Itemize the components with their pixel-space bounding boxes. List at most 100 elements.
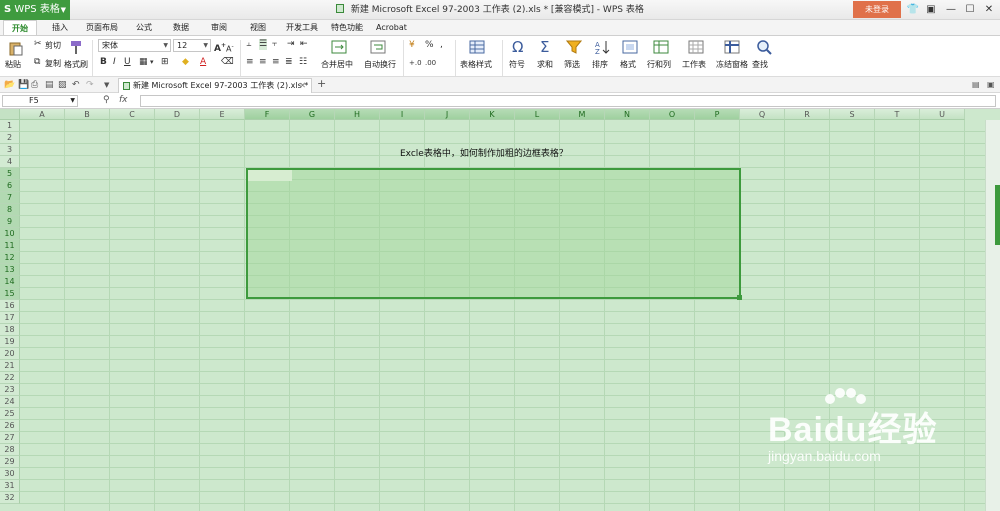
row-header-23[interactable]: 23 bbox=[0, 384, 20, 396]
row-header-5[interactable]: 5 bbox=[0, 168, 20, 180]
selected-range[interactable] bbox=[246, 168, 742, 300]
tab-view[interactable]: 视图 bbox=[250, 20, 266, 35]
column-header-p[interactable]: P bbox=[695, 109, 740, 120]
column-header-t[interactable]: T bbox=[875, 109, 920, 120]
column-header-m[interactable]: M bbox=[560, 109, 605, 120]
align-center-icon[interactable]: ≡ bbox=[259, 57, 267, 68]
font-name-select[interactable]: 宋体 ▼ bbox=[98, 39, 171, 52]
formula-input[interactable] bbox=[140, 95, 996, 107]
decrease-font-icon[interactable]: A- bbox=[226, 41, 234, 55]
row-header-6[interactable]: 6 bbox=[0, 180, 20, 192]
row-header-22[interactable]: 22 bbox=[0, 372, 20, 384]
table-style-button[interactable]: 表格样式 bbox=[460, 59, 492, 70]
tab-developer[interactable]: 开发工具 bbox=[286, 20, 318, 35]
column-header-u[interactable]: U bbox=[920, 109, 965, 120]
cell-title-text[interactable]: Excle表格中，如何制作加粗的边框表格？ bbox=[400, 146, 568, 159]
freeze-panes-button[interactable]: 冻结窗格 bbox=[716, 59, 748, 70]
tab-page-layout[interactable]: 页面布局 bbox=[86, 20, 118, 35]
column-header-q[interactable]: Q bbox=[740, 109, 785, 120]
close-tab-icon[interactable]: ✕ bbox=[299, 79, 306, 93]
format-painter-button[interactable]: 格式刷 bbox=[64, 59, 88, 70]
skin-icon[interactable]: 👕 bbox=[904, 0, 922, 20]
column-header-f[interactable]: F bbox=[245, 109, 290, 120]
row-header-8[interactable]: 8 bbox=[0, 204, 20, 216]
column-header-n[interactable]: N bbox=[605, 109, 650, 120]
column-header-s[interactable]: S bbox=[830, 109, 875, 120]
column-header-a[interactable]: A bbox=[20, 109, 65, 120]
print-preview-icon[interactable]: ▤ bbox=[45, 79, 54, 91]
fx-icon[interactable]: fx bbox=[119, 95, 128, 105]
align-right-icon[interactable]: ≡ bbox=[272, 57, 280, 68]
outdent-icon[interactable]: ⇤ bbox=[300, 39, 308, 50]
row-header-11[interactable]: 11 bbox=[0, 240, 20, 252]
save-icon[interactable]: 💾 bbox=[18, 79, 29, 91]
row-header-14[interactable]: 14 bbox=[0, 276, 20, 288]
cut-button[interactable]: 剪切 bbox=[45, 40, 61, 51]
justify-icon[interactable]: ≣ bbox=[285, 57, 293, 68]
column-header-i[interactable]: I bbox=[380, 109, 425, 120]
row-header-16[interactable]: 16 bbox=[0, 300, 20, 312]
column-header-l[interactable]: L bbox=[515, 109, 560, 120]
border-icon[interactable]: ▦ bbox=[139, 57, 148, 68]
column-header-b[interactable]: B bbox=[65, 109, 110, 120]
scrollbar-thumb[interactable] bbox=[995, 185, 1000, 245]
maximize-button[interactable]: ☐ bbox=[961, 0, 979, 20]
select-all-corner[interactable] bbox=[0, 109, 20, 120]
align-top-icon[interactable]: ⫠ bbox=[246, 39, 251, 50]
name-box[interactable]: F5 ▼ bbox=[2, 95, 78, 107]
active-cell[interactable] bbox=[248, 170, 292, 181]
row-header-15[interactable]: 15 bbox=[0, 288, 20, 300]
new-tab-plus-icon[interactable]: + bbox=[317, 78, 326, 90]
currency-icon[interactable]: ¥ bbox=[409, 40, 415, 51]
export-pdf-icon[interactable]: ▧ bbox=[58, 79, 67, 91]
font-size-select[interactable]: 12 ▼ bbox=[173, 39, 211, 52]
increase-decimal-icon[interactable]: +.0 bbox=[409, 58, 422, 69]
row-header-28[interactable]: 28 bbox=[0, 444, 20, 456]
align-left-icon[interactable]: ≡ bbox=[246, 57, 254, 68]
row-header-9[interactable]: 9 bbox=[0, 216, 20, 228]
font-color-icon[interactable]: A bbox=[200, 57, 206, 68]
column-header-j[interactable]: J bbox=[425, 109, 470, 120]
row-header-20[interactable]: 20 bbox=[0, 348, 20, 360]
row-header-26[interactable]: 26 bbox=[0, 420, 20, 432]
undo-icon[interactable]: ↶ bbox=[72, 79, 80, 91]
row-header-7[interactable]: 7 bbox=[0, 192, 20, 204]
percent-icon[interactable]: % bbox=[425, 40, 434, 51]
thousands-icon[interactable]: , bbox=[440, 40, 443, 51]
fill-handle[interactable] bbox=[737, 295, 742, 300]
tab-review[interactable]: 审阅 bbox=[211, 20, 227, 35]
copy-button[interactable]: 复制 bbox=[45, 58, 61, 69]
row-header-3[interactable]: 3 bbox=[0, 144, 20, 156]
document-tab[interactable]: 新建 Microsoft Excel 97-2003 工作表 (2).xls *… bbox=[118, 78, 312, 93]
sort-button[interactable]: 排序 bbox=[592, 59, 608, 70]
column-header-o[interactable]: O bbox=[650, 109, 695, 120]
row-header-10[interactable]: 10 bbox=[0, 228, 20, 240]
format-button[interactable]: 格式 bbox=[620, 59, 636, 70]
vertical-scrollbar[interactable] bbox=[985, 120, 1000, 511]
worksheet-button[interactable]: 工作表 bbox=[682, 59, 706, 70]
row-header-17[interactable]: 17 bbox=[0, 312, 20, 324]
restore-window-icon[interactable]: ▣ bbox=[922, 0, 940, 20]
row-header-4[interactable]: 4 bbox=[0, 156, 20, 168]
indent-icon[interactable]: ⇥ bbox=[287, 39, 295, 50]
column-header-d[interactable]: D bbox=[155, 109, 200, 120]
italic-icon[interactable]: I bbox=[113, 57, 116, 68]
merge-center-button[interactable]: 合并居中 bbox=[321, 59, 353, 70]
decrease-decimal-icon[interactable]: .00 bbox=[425, 58, 436, 69]
row-header-13[interactable]: 13 bbox=[0, 264, 20, 276]
zoom-search-icon[interactable]: ⚲ bbox=[103, 95, 110, 105]
row-header-31[interactable]: 31 bbox=[0, 480, 20, 492]
row-header-12[interactable]: 12 bbox=[0, 252, 20, 264]
underline-icon[interactable]: U bbox=[124, 57, 131, 68]
minimize-button[interactable]: — bbox=[942, 0, 960, 20]
tab-special-features[interactable]: 特色功能 bbox=[331, 20, 363, 35]
row-header-19[interactable]: 19 bbox=[0, 336, 20, 348]
tab-menu-icon[interactable]: ▣ bbox=[987, 79, 995, 91]
row-header-25[interactable]: 25 bbox=[0, 408, 20, 420]
tab-insert[interactable]: 插入 bbox=[52, 20, 68, 35]
column-header-g[interactable]: G bbox=[290, 109, 335, 120]
tab-list-icon[interactable]: ▤ bbox=[972, 79, 980, 91]
row-header-30[interactable]: 30 bbox=[0, 468, 20, 480]
align-middle-icon[interactable]: ☰ bbox=[259, 39, 268, 50]
distribute-icon[interactable]: ☷ bbox=[299, 57, 307, 68]
